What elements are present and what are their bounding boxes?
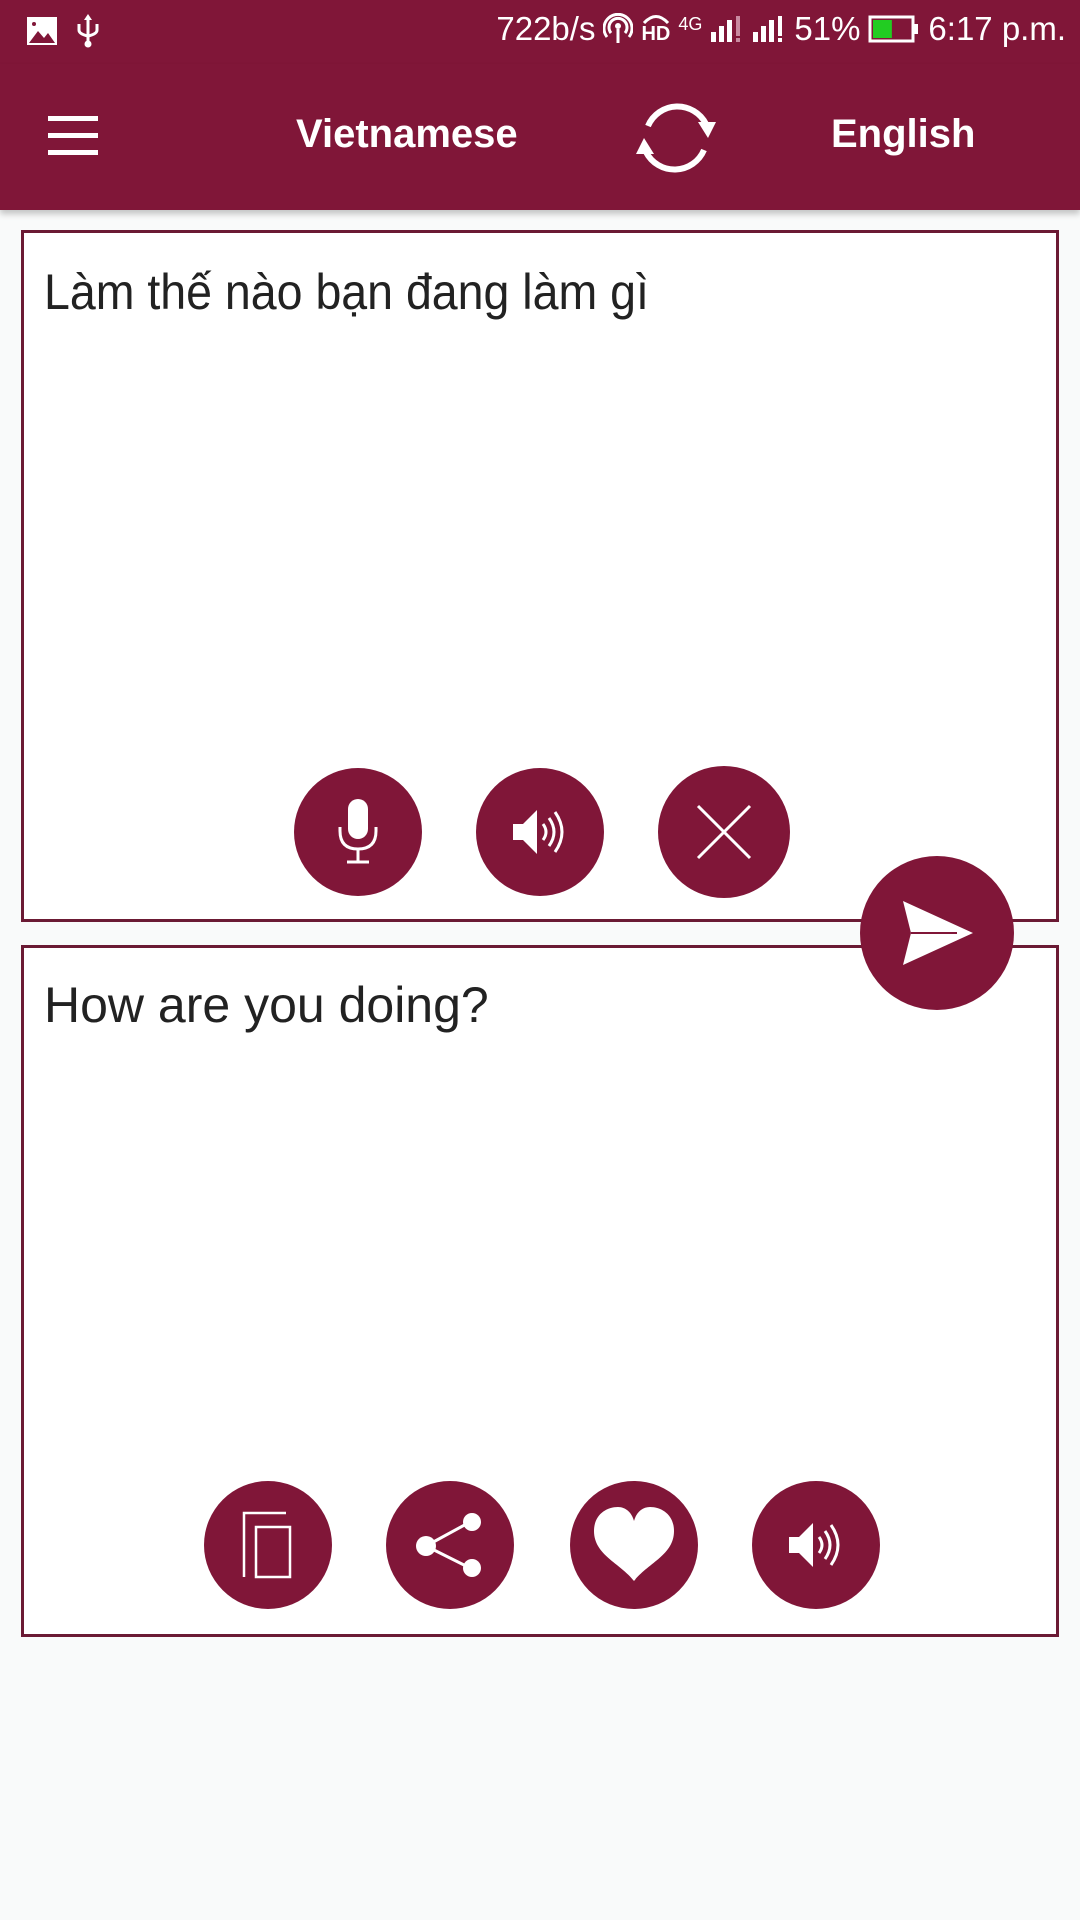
close-icon: [696, 804, 752, 860]
speaker-icon: [789, 1523, 840, 1567]
status-left-icons: [26, 14, 100, 48]
speak-source-button[interactable]: [476, 768, 604, 896]
favorite-button[interactable]: [570, 1481, 698, 1609]
battery-percent: 51%: [794, 10, 861, 47]
signal-sim2-icon: [753, 16, 783, 42]
hd-call-indicator: HD: [641, 14, 670, 44]
status-right: 722b/s HD 4G 51% 6:17 p.m.: [496, 10, 1066, 48]
app-bar: Vietnamese English: [0, 64, 1080, 210]
microphone-icon: [338, 799, 378, 864]
share-icon: [416, 1513, 481, 1577]
send-icon: [903, 901, 973, 965]
speak-target-button[interactable]: [752, 1481, 880, 1609]
copy-button[interactable]: [204, 1481, 332, 1609]
source-text-panel: Làm thế nào bạn đang làm gì: [21, 230, 1059, 922]
source-text-input[interactable]: Làm thế nào bạn đang làm gì: [44, 263, 965, 321]
image-icon: [27, 17, 57, 45]
signal-sim1-icon: [711, 16, 741, 42]
translation-panel: How are you doing?: [21, 945, 1059, 1637]
swap-languages-icon: [636, 103, 716, 173]
microphone-button[interactable]: [294, 768, 422, 896]
network-speed: 722b/s: [496, 10, 596, 47]
clock: 6:17 p.m.: [928, 10, 1066, 47]
target-language-selector[interactable]: English: [831, 112, 975, 157]
hotspot-icon: [603, 13, 634, 43]
clear-button[interactable]: [658, 766, 790, 898]
hamburger-menu-icon[interactable]: [48, 116, 98, 156]
swap-languages-button[interactable]: [628, 90, 724, 186]
network-type: 4G: [678, 14, 703, 34]
usb-icon: [77, 14, 99, 48]
share-button[interactable]: [386, 1481, 514, 1609]
battery-icon: [868, 15, 919, 43]
battery-fill: [873, 20, 893, 38]
speaker-icon: [513, 810, 564, 854]
source-language-selector[interactable]: Vietnamese: [296, 112, 518, 157]
translate-button[interactable]: [860, 856, 1014, 1010]
heart-icon: [594, 1507, 674, 1581]
status-bar: 722b/s HD 4G 51% 6:17 p.m.: [0, 0, 1080, 64]
copy-icon: [242, 1511, 292, 1579]
